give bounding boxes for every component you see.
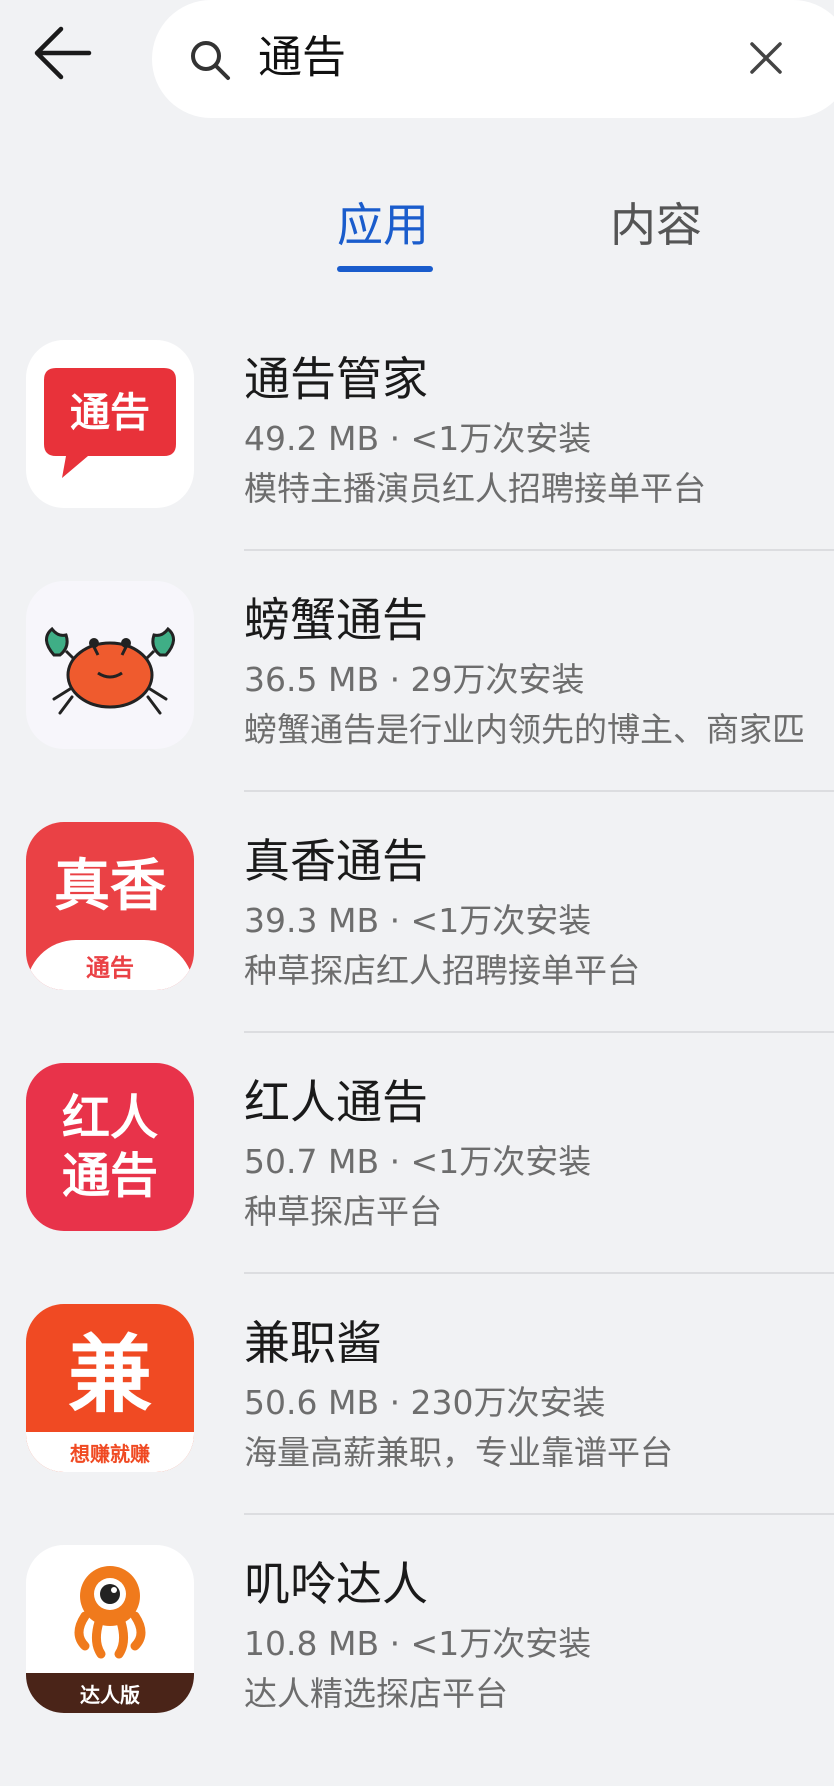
app-icon-sublabel: 通告 [86,953,134,982]
app-meta: 39.3 MB · <1万次安装 [244,901,592,940]
app-meta: 36.5 MB · 29万次安装 [244,660,585,699]
divider [244,1272,834,1274]
app-icon-label: 通告 [61,1148,158,1204]
tab-content[interactable]: 内容 [610,190,702,260]
list-item[interactable]: 达人版 叽呤达人 10.8 MB · <1万次安装 达人精选探店平台 [0,1545,834,1786]
search-icon [191,41,230,80]
crab-icon [45,626,175,715]
app-name: 螃蟹通告 [244,593,428,647]
top-bar: 通告 [0,0,834,120]
app-name: 叽呤达人 [244,1557,428,1611]
app-icon-label: 红人 [61,1090,158,1146]
app-list: 通告 通告管家 49.2 MB · <1万次安装 模特主播演员红人招聘接单平台 … [0,340,834,1786]
list-item[interactable]: 真香 通告 真香通告 39.3 MB · <1万次安装 种草探店红人招聘接单平台 [0,822,834,1063]
app-desc: 海量高薪兼职，专业靠谱平台 [244,1433,673,1472]
back-arrow-icon [34,26,92,80]
app-icon: 红人 通告 [26,1063,194,1231]
search-input[interactable]: 通告 [258,28,346,88]
app-icon: 真香 通告 [26,822,194,990]
back-button[interactable] [28,18,98,88]
app-name: 兼职酱 [244,1316,382,1370]
tab-bar: 应用 内容 [0,190,834,280]
app-name: 真香通告 [244,834,428,888]
close-icon [750,42,782,74]
app-desc: 螃蟹通告是行业内领先的博主、商家匹 [244,710,805,749]
app-desc: 达人精选探店平台 [244,1674,508,1713]
search-box[interactable]: 通告 [152,0,834,118]
app-icon: 通告 [26,340,194,508]
list-item[interactable]: 螃蟹通告 36.5 MB · 29万次安装 螃蟹通告是行业内领先的博主、商家匹 [0,581,834,822]
app-meta: 50.6 MB · 230万次安装 [244,1383,606,1422]
app-icon-label: 真香 [54,853,166,919]
octopus-icon [74,1566,146,1659]
tab-apps[interactable]: 应用 [337,190,429,260]
active-tab-indicator [337,266,433,272]
clear-button[interactable] [744,36,788,80]
app-icon [26,581,194,749]
app-meta: 10.8 MB · <1万次安装 [244,1624,592,1663]
app-desc: 模特主播演员红人招聘接单平台 [244,469,706,508]
divider [244,1031,834,1033]
divider [244,790,834,792]
divider [244,549,834,551]
list-item[interactable]: 红人 通告 红人通告 50.7 MB · <1万次安装 种草探店平台 [0,1063,834,1304]
app-icon-sublabel: 达人版 [80,1682,140,1707]
divider [244,1513,834,1515]
app-meta: 49.2 MB · <1万次安装 [244,419,592,458]
app-icon: 兼 想赚就赚 [26,1304,194,1472]
app-icon-label: 通告 [70,390,150,436]
app-desc: 种草探店红人招聘接单平台 [244,951,640,990]
list-item[interactable]: 通告 通告管家 49.2 MB · <1万次安装 模特主播演员红人招聘接单平台 [0,340,834,581]
app-desc: 种草探店平台 [244,1192,442,1231]
app-icon: 达人版 [26,1545,194,1713]
app-icon-sublabel: 想赚就赚 [70,1441,150,1466]
app-meta: 50.7 MB · <1万次安装 [244,1142,592,1181]
app-name: 红人通告 [244,1075,428,1129]
app-name: 通告管家 [244,352,428,406]
speech-bubble-icon: 通告 [44,368,176,478]
app-icon-label: 兼 [67,1325,152,1424]
list-item[interactable]: 兼 想赚就赚 兼职酱 50.6 MB · 230万次安装 海量高薪兼职，专业靠谱… [0,1304,834,1545]
